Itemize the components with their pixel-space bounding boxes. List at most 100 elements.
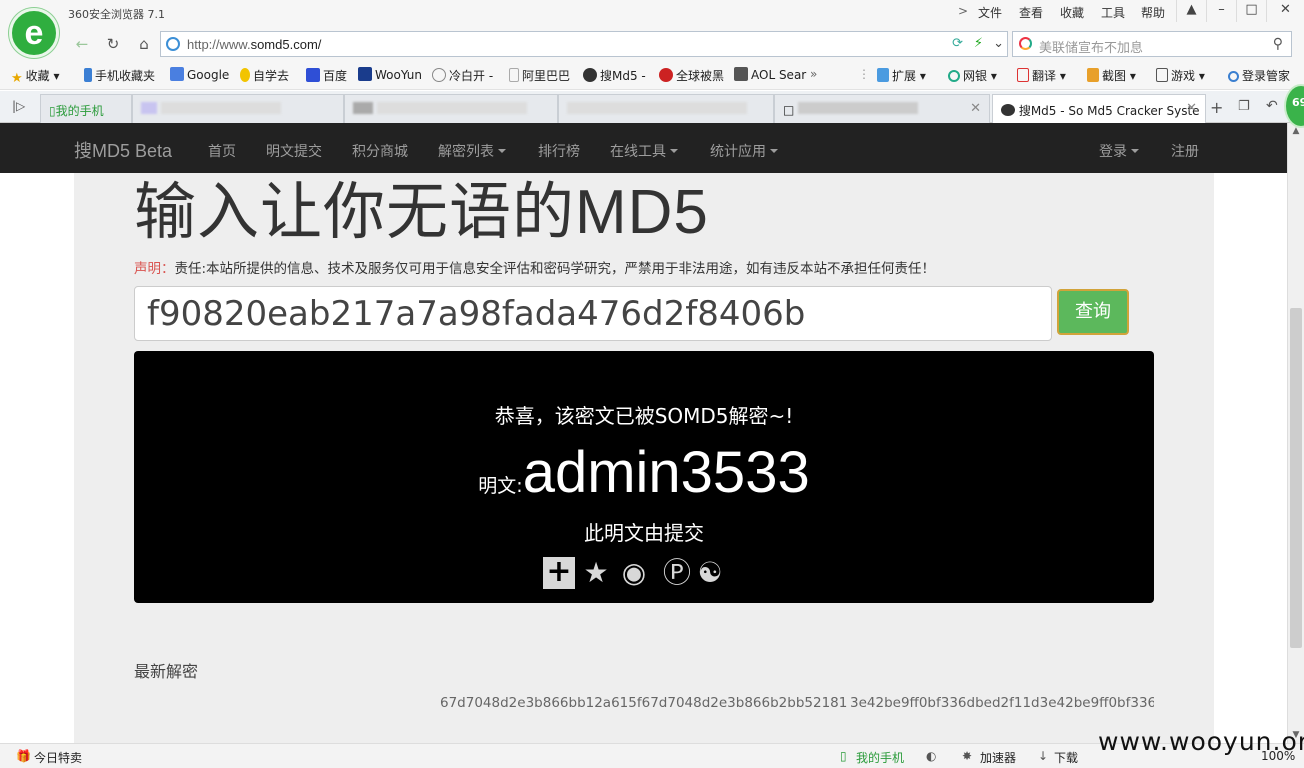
chevron-down-icon bbox=[1131, 149, 1139, 153]
url-prefix: http://www. bbox=[187, 37, 251, 52]
toolbar-login-manager[interactable]: 登录管家 bbox=[1228, 67, 1290, 84]
bookmark-mobile-favorites[interactable]: 手机收藏夹 bbox=[84, 67, 155, 84]
scroll-thumb[interactable] bbox=[1290, 308, 1302, 648]
home-icon[interactable]: ⌂ bbox=[132, 32, 156, 56]
toolbar-screenshot[interactable]: 截图 ▾ bbox=[1087, 67, 1136, 84]
bookmark-baidu[interactable]: 百度 bbox=[306, 67, 347, 84]
result-panel: 恭喜，该密文已被SOMD5解密~! 明文:admin3533 此明文由提交 + … bbox=[134, 351, 1154, 603]
vertical-scrollbar[interactable]: ▲ ▼ bbox=[1287, 123, 1304, 743]
search-engine-icon[interactable] bbox=[1019, 37, 1032, 50]
disclaimer: 声明：责任:本站所提供的信息、技术及服务仅可用于信息安全评估和密码学研究，严禁用… bbox=[134, 257, 935, 277]
bookmark-wooyun[interactable]: WooYun bbox=[358, 67, 422, 82]
latest-hash-item[interactable]: 3e42be9ff0bf336dbed2f11d3e42be9ff0bf336c bbox=[850, 695, 1154, 711]
tab-4[interactable] bbox=[558, 94, 774, 123]
latest-hash-item[interactable]: 67d7048d2e3b866bb12a615f67d7048d2e3b866b… bbox=[440, 695, 847, 711]
plaintext-label: 明文: bbox=[478, 475, 523, 497]
bookmark-favorites[interactable]: ★ 收藏 ▾ bbox=[11, 67, 60, 86]
nav-home[interactable]: 首页 bbox=[208, 141, 236, 161]
bookmark-somd5[interactable]: 搜Md5 - bbox=[583, 67, 646, 84]
site-brand[interactable]: 搜MD5 Beta bbox=[74, 137, 172, 163]
download-icon: ↓ bbox=[1038, 749, 1049, 763]
maximize-button[interactable]: □ bbox=[1236, 0, 1266, 22]
share-qzone-icon[interactable]: ★ bbox=[580, 557, 612, 589]
tab-my-phone[interactable]: ▯我的手机 bbox=[40, 94, 132, 123]
skin-icon[interactable]: ▲ bbox=[1176, 0, 1206, 22]
url-dropdown-icon[interactable]: ⌄ bbox=[993, 36, 1004, 51]
toolbar-extensions[interactable]: 扩展 ▾ bbox=[877, 67, 926, 84]
disclaimer-label: 声明： bbox=[134, 261, 175, 277]
status-accelerator[interactable]: 加速器 bbox=[980, 749, 1016, 766]
tab-somd5[interactable]: 搜Md5 - So Md5 Cracker Syste ✕ bbox=[992, 94, 1206, 123]
menu-file[interactable]: 文件 bbox=[978, 4, 1002, 21]
url-domain: somd5.com/ bbox=[250, 37, 322, 52]
nav-login[interactable]: 登录 bbox=[1099, 141, 1139, 161]
tab-close-icon[interactable]: ✕ bbox=[970, 101, 981, 116]
nav-stats-apps[interactable]: 统计应用 bbox=[710, 141, 778, 161]
sidebar-toggle-icon[interactable]: |▷ bbox=[12, 99, 25, 113]
tab-3[interactable] bbox=[344, 94, 558, 123]
url-field[interactable]: http://www.somd5.com/ ⟳ ⚡ ⌄ bbox=[160, 31, 1008, 57]
browser-logo-icon[interactable]: e bbox=[9, 8, 59, 58]
search-icon[interactable]: ⚲ bbox=[1273, 36, 1283, 52]
close-window-button[interactable]: ✕ bbox=[1266, 0, 1304, 22]
latest-decrypt-title: 最新解密 bbox=[134, 662, 199, 681]
menu-chevron-icon[interactable]: > bbox=[958, 4, 968, 18]
menu-favorites[interactable]: 收藏 bbox=[1060, 4, 1084, 21]
minimize-button[interactable]: – bbox=[1206, 0, 1236, 22]
status-download[interactable]: 下载 bbox=[1054, 749, 1078, 766]
bookmark-alibaba[interactable]: 阿里巴巴 bbox=[509, 67, 570, 84]
nav-submit-plaintext[interactable]: 明文提交 bbox=[266, 141, 322, 161]
new-tab-icon[interactable]: + bbox=[1210, 98, 1223, 117]
tab-strip: |▷ ▯我的手机 □ ✕ 搜Md5 - So Md5 Cracker Syste… bbox=[0, 91, 1304, 123]
status-my-phone[interactable]: 我的手机 bbox=[856, 749, 904, 766]
nav-points-mall[interactable]: 积分商城 bbox=[352, 141, 408, 161]
site-navbar: 搜MD5 Beta 首页 明文提交 积分商城 解密列表 排行榜 在线工具 统计应… bbox=[0, 123, 1287, 173]
share-plus-icon[interactable]: + bbox=[543, 557, 575, 589]
toolbar-games[interactable]: 游戏 ▾ bbox=[1156, 67, 1205, 84]
bookmark-aol-search[interactable]: AOL Sear bbox=[734, 67, 806, 82]
nav-rankings[interactable]: 排行榜 bbox=[538, 141, 580, 161]
back-icon[interactable]: ← bbox=[70, 32, 94, 56]
chevron-down-icon bbox=[498, 149, 506, 153]
gift-icon: 🎁 bbox=[16, 749, 31, 763]
watermark: www.wooyun.org bbox=[1098, 727, 1304, 756]
tab-5[interactable]: □ ✕ bbox=[774, 94, 990, 123]
query-button[interactable]: 查询 bbox=[1057, 289, 1129, 335]
nav-decrypt-list[interactable]: 解密列表 bbox=[438, 141, 506, 161]
bookmark-global-hacked[interactable]: 全球被黑 bbox=[659, 67, 724, 84]
bookmark-zixuequ[interactable]: 自学去 bbox=[240, 67, 289, 84]
tab-2[interactable] bbox=[132, 94, 344, 123]
nav-register[interactable]: 注册 bbox=[1171, 141, 1199, 161]
status-speed-icon[interactable]: ◐ bbox=[926, 749, 936, 763]
search-placeholder: 美联储宣布不加息 bbox=[1039, 41, 1144, 56]
app-title: 360安全浏览器 7.1 bbox=[68, 8, 165, 21]
bookmarks-more-icon[interactable]: » bbox=[810, 67, 817, 81]
tab-close-icon[interactable]: ✕ bbox=[1186, 101, 1197, 116]
search-box[interactable]: 美联储宣布不加息 ⚲ bbox=[1012, 31, 1292, 57]
menu-help[interactable]: 帮助 bbox=[1141, 4, 1165, 21]
bookmark-lengbaikai[interactable]: 冷白开 - bbox=[432, 67, 493, 84]
refresh-icon[interactable]: ↻ bbox=[101, 32, 125, 56]
speed-mode-icon[interactable]: ⚡ bbox=[974, 36, 983, 51]
somd5-favicon bbox=[1001, 104, 1015, 116]
status-daily-sale[interactable]: 今日特卖 bbox=[34, 749, 82, 766]
tab-page-icon: □ bbox=[783, 103, 795, 117]
tab-list-icon[interactable]: ❐ bbox=[1238, 99, 1250, 114]
md5-hash-input[interactable] bbox=[134, 286, 1052, 341]
toolbar-ebank[interactable]: 网银 ▾ bbox=[948, 67, 997, 84]
submitted-by-text: 此明文由提交 bbox=[584, 521, 704, 545]
chevron-down-icon bbox=[770, 149, 778, 153]
undo-close-icon[interactable]: ↶ bbox=[1266, 98, 1278, 114]
menu-view[interactable]: 查看 bbox=[1019, 4, 1043, 21]
bookmark-google[interactable]: Google bbox=[170, 67, 229, 82]
compat-mode-icon[interactable]: ⟳ bbox=[952, 36, 963, 51]
share-tencent-icon[interactable]: Ⓟ bbox=[661, 557, 693, 589]
tab-phone-icon: ▯ bbox=[49, 104, 56, 118]
share-weibo-icon[interactable]: ◉ bbox=[618, 557, 650, 589]
page-viewport: 输入让你无语的MD5 声明：责任:本站所提供的信息、技术及服务仅可用于信息安全评… bbox=[0, 173, 1287, 743]
share-renren-icon[interactable]: ☯ bbox=[694, 557, 726, 589]
bookmarks-divider: ⋮ bbox=[858, 67, 870, 81]
menu-tools[interactable]: 工具 bbox=[1101, 4, 1125, 21]
nav-online-tools[interactable]: 在线工具 bbox=[610, 141, 678, 161]
toolbar-translate[interactable]: 翻译 ▾ bbox=[1017, 67, 1066, 84]
